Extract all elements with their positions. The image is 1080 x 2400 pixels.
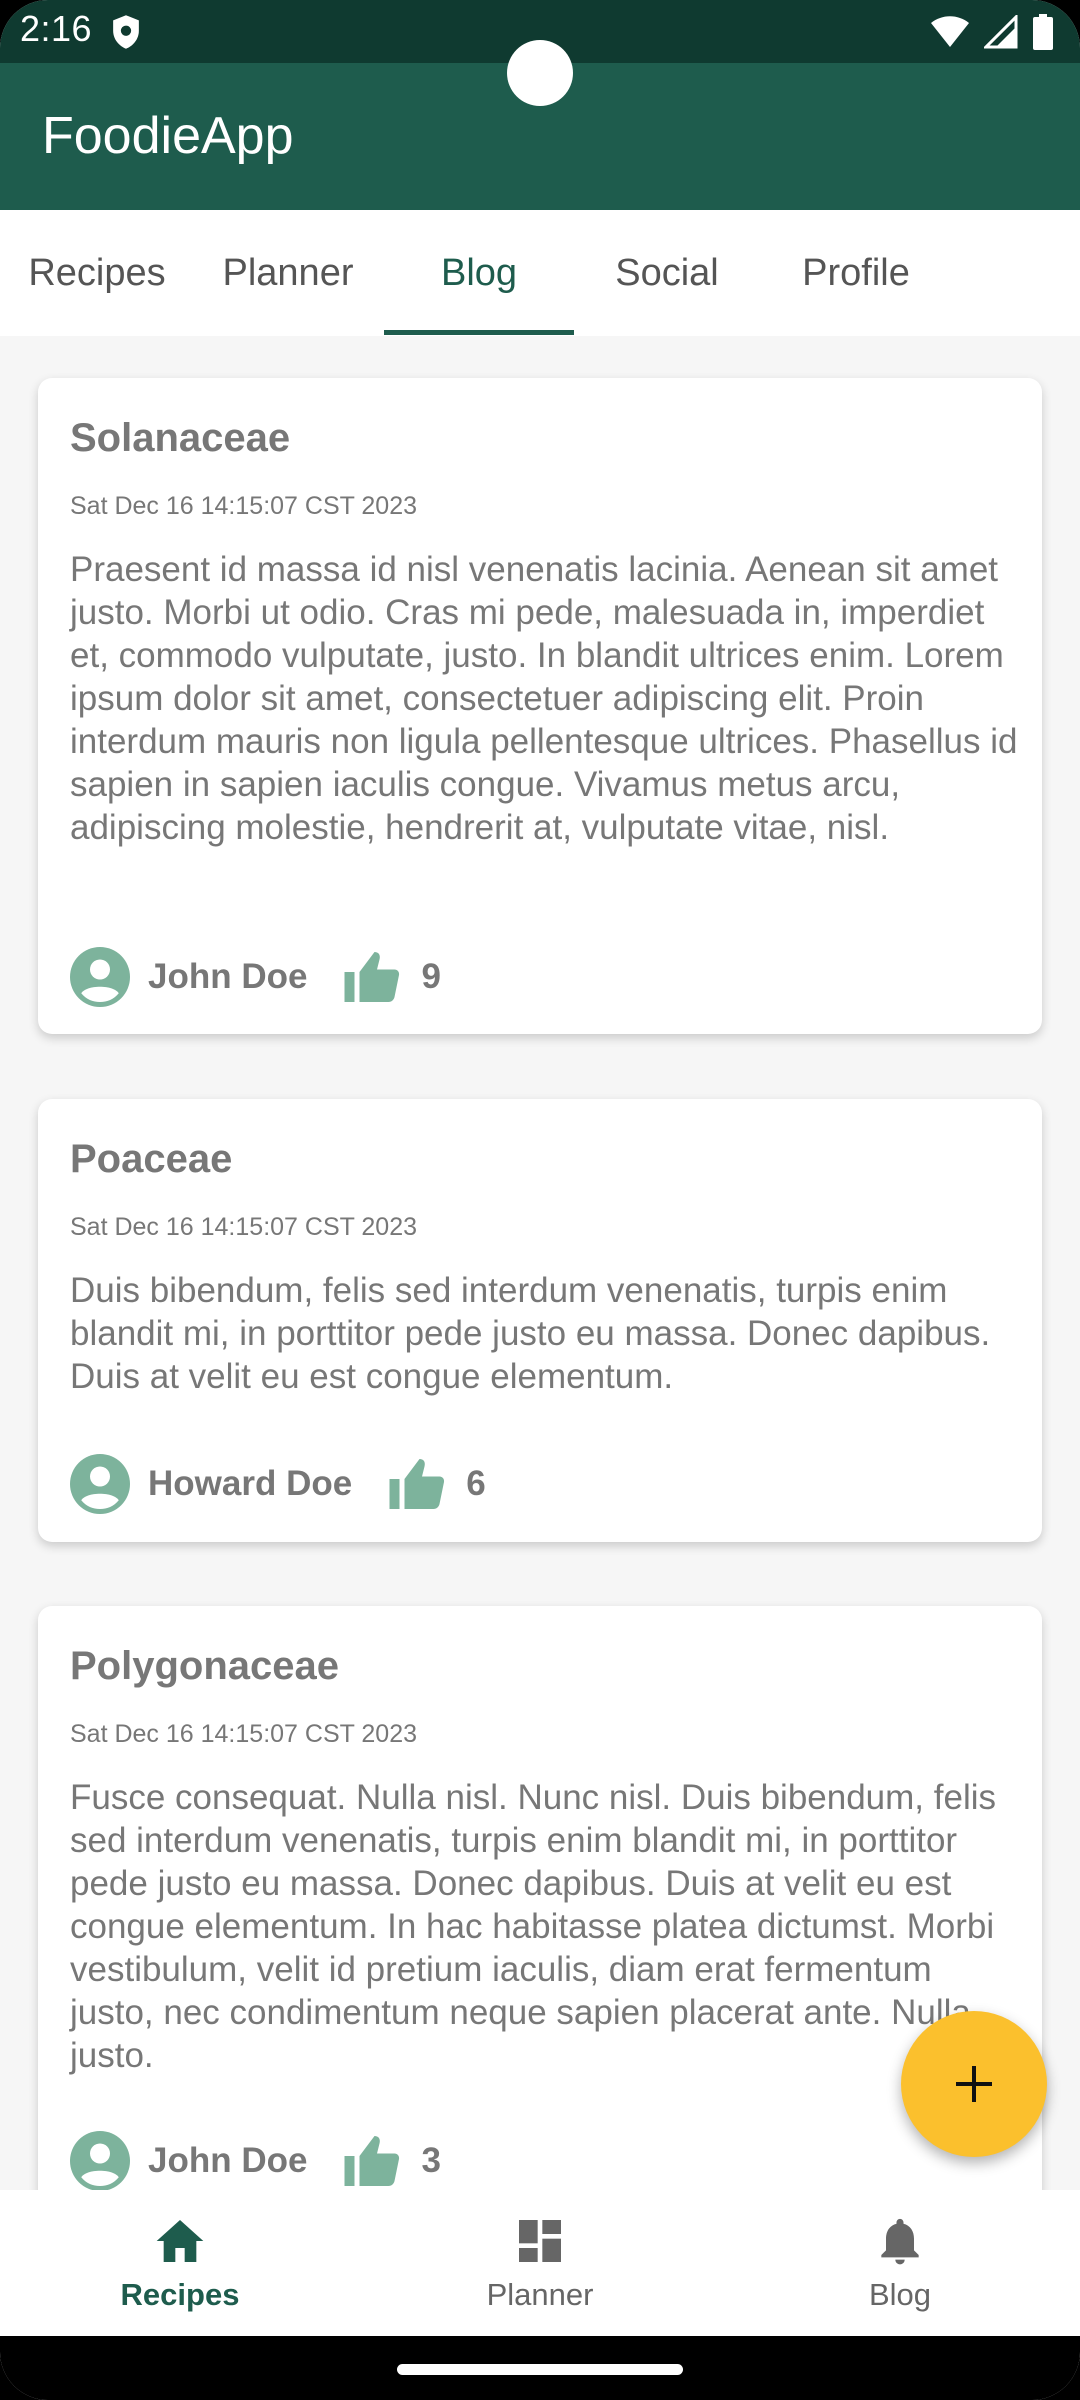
blog-post-card[interactable]: Solanaceae Sat Dec 16 14:15:07 CST 2023 … [38,378,1042,1034]
post-footer: Howard Doe 6 [70,1449,486,1519]
post-date: Sat Dec 16 14:15:07 CST 2023 [70,1213,417,1241]
bottom-navigation: Recipes Planner Blog [0,2190,1080,2336]
blog-post-card[interactable]: Polygonaceae Sat Dec 16 14:15:07 CST 202… [38,1606,1042,2190]
tab-indicator [384,330,574,335]
camera-cutout [507,40,573,106]
bottom-nav-label: Planner [486,2277,594,2312]
tab-bar: Recipes Planner Blog Social Profile [0,210,1080,336]
post-body: Duis bibendum, felis sed interdum venena… [70,1271,991,1396]
post-likes: 9 [421,957,441,996]
tab-recipes[interactable]: Recipes [2,210,192,336]
thumbs-up-icon[interactable] [341,947,403,1007]
post-body: Fusce consequat. Nulla nisl. Nunc nisl. … [70,1778,996,2075]
bell-icon [881,2218,919,2265]
post-footer: John Doe 9 [70,942,441,1012]
bottom-nav-planner[interactable]: Planner [360,2190,720,2336]
post-date: Sat Dec 16 14:15:07 CST 2023 [70,492,417,520]
shield-icon [113,15,139,49]
blog-post-card[interactable]: Poaceae Sat Dec 16 14:15:07 CST 2023 Dui… [38,1099,1042,1542]
avatar-icon [70,947,130,1007]
status-icons [930,14,1054,50]
bottom-nav-recipes[interactable]: Recipes [0,2190,360,2336]
blog-feed[interactable]: Solanaceae Sat Dec 16 14:15:07 CST 2023 … [0,336,1080,2190]
post-body: Praesent id massa id nisl venenatis laci… [70,550,1018,847]
dashboard-icon [519,2220,561,2262]
app-screen: 2:16 FoodieApp Recipes Planner Blog Soci… [0,0,1080,2400]
bottom-nav-blog[interactable]: Blog [720,2190,1080,2336]
avatar-icon [70,1454,130,1514]
tab-blog[interactable]: Blog [384,210,574,336]
post-footer: John Doe 3 [70,2126,441,2190]
add-post-button[interactable] [901,2011,1047,2157]
tab-planner[interactable]: Planner [193,210,383,336]
post-title: Poaceae [70,1137,233,1181]
post-likes: 3 [421,2141,441,2180]
gesture-area [0,2336,1080,2400]
status-time: 2:16 [20,8,93,49]
post-author: John Doe [148,2141,308,2180]
bottom-nav-label: Blog [868,2277,932,2312]
home-gesture-handle[interactable] [397,2364,683,2375]
avatar-icon [70,2131,130,2190]
home-icon [156,2220,204,2262]
tab-profile[interactable]: Profile [761,210,951,336]
thumbs-up-icon[interactable] [386,1454,448,1514]
post-likes: 6 [466,1464,486,1503]
battery-icon [1033,14,1053,50]
post-date: Sat Dec 16 14:15:07 CST 2023 [70,1720,417,1748]
plus-icon [956,2066,992,2102]
bottom-nav-label: Recipes [120,2277,240,2312]
app-title: FoodieApp [42,107,294,165]
tab-social[interactable]: Social [572,210,762,336]
post-author: John Doe [148,957,308,996]
thumbs-up-icon[interactable] [341,2131,403,2190]
post-title: Solanaceae [70,416,291,460]
wifi-icon [931,16,969,47]
post-title: Polygonaceae [70,1644,340,1688]
post-author: Howard Doe [148,1464,353,1503]
signal-icon [984,15,1018,49]
